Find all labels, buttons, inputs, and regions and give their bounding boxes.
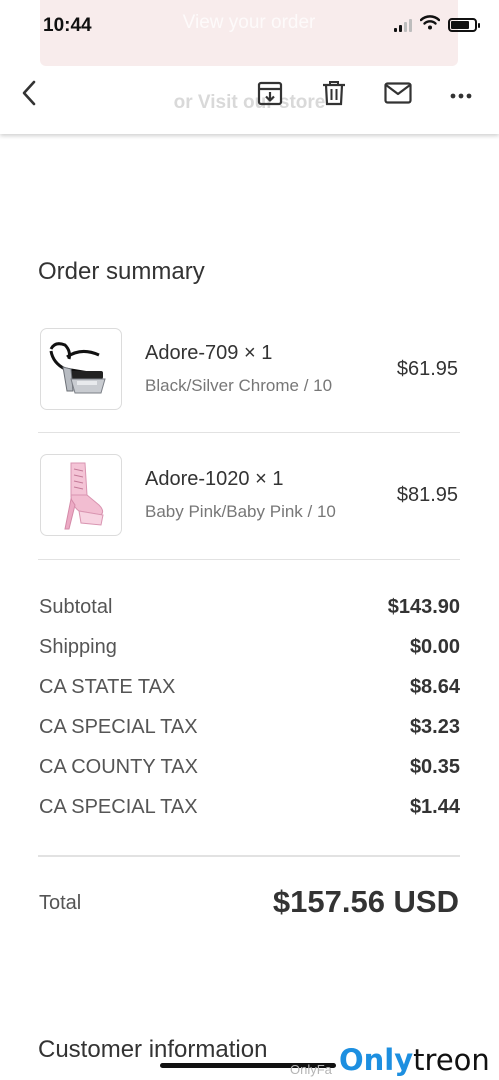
product-image-pink-boot [40,454,122,536]
customer-information-title: Customer information [38,1036,268,1063]
tax-row: CA SPECIAL TAX $1.44 [38,796,460,826]
tax-row: CA STATE TAX $8.64 [38,676,460,706]
item-variant: Black/Silver Chrome / 10 [145,376,333,395]
trash-icon [322,80,346,111]
watermark-logo: Only treon [336,1040,493,1080]
line-label: Shipping [39,636,117,658]
mail-icon [384,81,412,109]
mail-button[interactable] [383,80,413,110]
line-value: $0.00 [409,636,460,658]
watermark-small-text: OnlyFa [290,1062,332,1077]
divider [38,432,460,433]
total-value: $157.56 USD [272,884,459,919]
chevron-left-icon [21,80,37,111]
item-name: Adore-1020 × 1 [145,468,284,490]
status-time: 10:44 [43,15,92,36]
ghost-store-link: or Visit our store [173,92,326,113]
line-value: $143.90 [387,596,460,618]
more-button[interactable] [446,80,476,110]
line-label: CA STATE TAX [39,676,176,698]
watermark-brand-b: treon [413,1043,490,1077]
delete-button[interactable] [319,80,349,110]
subtotal-row: Subtotal $143.90 [38,596,460,626]
line-label: CA SPECIAL TAX [39,796,198,818]
battery-icon [448,18,480,32]
top-bar: View your order or Visit our store 10:44 [0,0,499,134]
tax-row: CA COUNTY TAX $0.35 [38,756,460,786]
line-item: Adore-709 × 1 Black/Silver Chrome / 10 $… [38,328,460,414]
line-value: $1.44 [409,796,460,818]
line-item: Adore-1020 × 1 Baby Pink/Baby Pink / 10 … [38,454,460,540]
total-label: Total [39,892,82,914]
line-label: CA SPECIAL TAX [39,716,198,738]
line-value: $0.35 [409,756,460,778]
line-label: Subtotal [39,596,113,618]
archive-icon [257,80,283,111]
back-button[interactable] [14,80,44,110]
line-value: $3.23 [409,716,460,738]
order-summary-title: Order summary [38,258,205,285]
tax-row: CA SPECIAL TAX $3.23 [38,716,460,746]
line-label: CA COUNTY TAX [39,756,198,778]
status-icons [394,15,480,35]
line-value: $8.64 [409,676,460,698]
divider [38,855,460,857]
item-name: Adore-709 × 1 [145,342,273,364]
cellular-signal-icon [394,18,412,32]
shipping-row: Shipping $0.00 [38,636,460,666]
product-image-black-heel [40,328,122,410]
item-price: $81.95 [396,484,458,506]
more-icon [450,86,472,104]
archive-button[interactable] [255,80,285,110]
wifi-icon [419,15,441,35]
watermark-brand-a: Only [339,1043,414,1077]
divider [38,559,460,560]
item-price: $61.95 [396,358,458,380]
item-variant: Baby Pink/Baby Pink / 10 [145,502,336,521]
